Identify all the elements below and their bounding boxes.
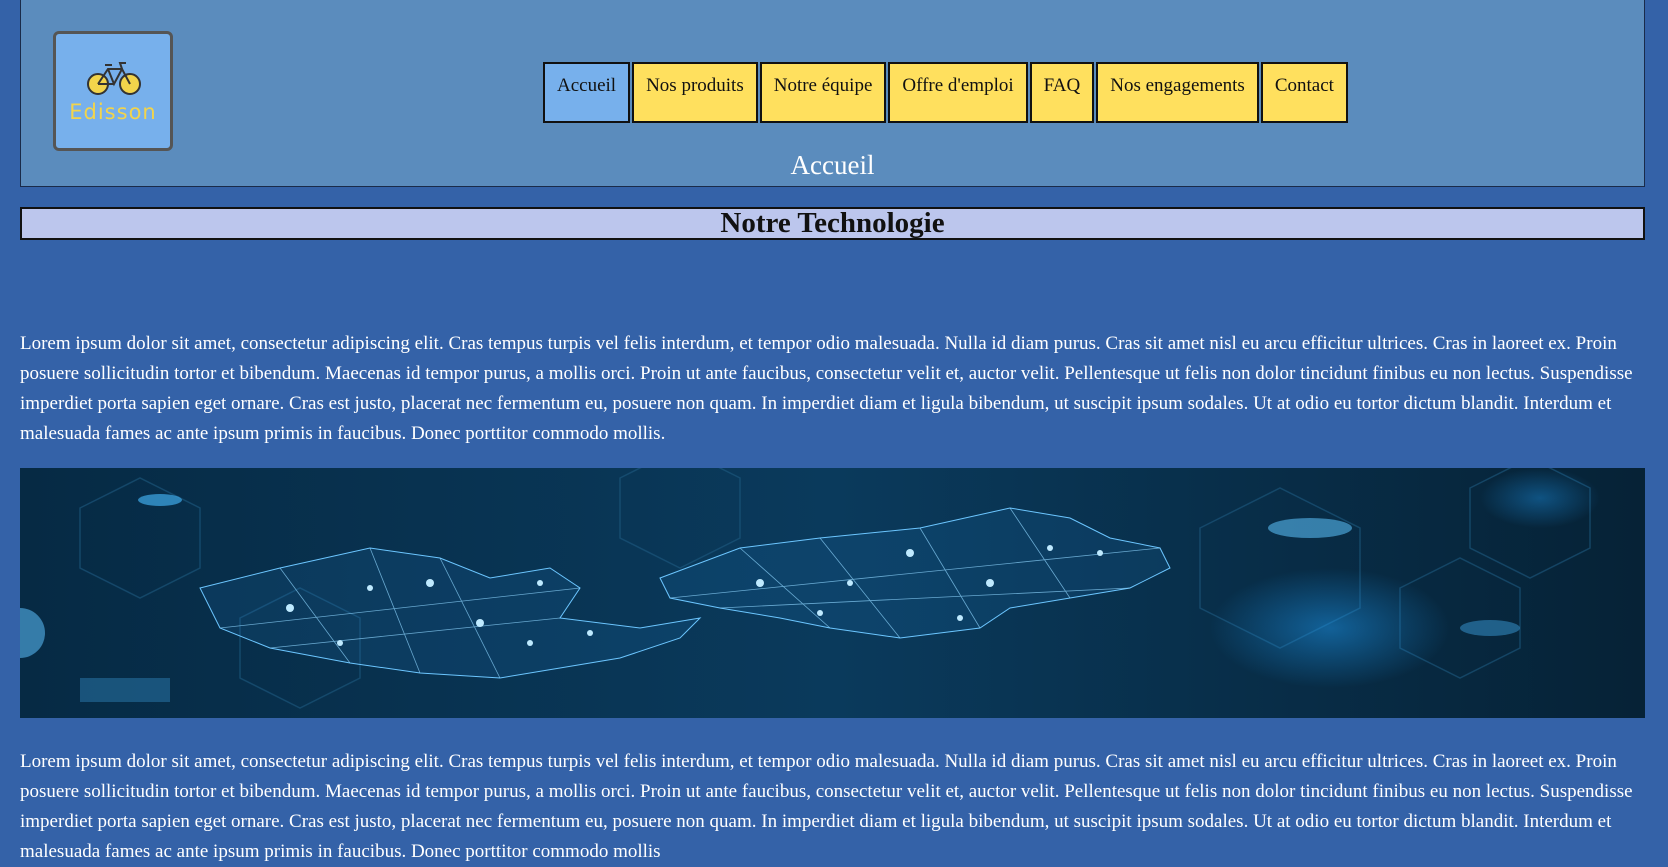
nav-item-faq[interactable]: FAQ — [1029, 62, 1095, 123]
page-title: Accueil — [790, 150, 875, 180]
nav-item-offre-emploi[interactable]: Offre d'emploi — [888, 62, 1028, 123]
site-header: Edisson Accueil Nos produits Notre équip… — [20, 0, 1645, 187]
details-paragraph: Lorem ipsum dolor sit amet, consectetur … — [20, 751, 1633, 862]
main-nav: Accueil Nos produits Notre équipe Offre … — [543, 62, 1350, 123]
nav-item-notre-equipe[interactable]: Notre équipe — [759, 62, 887, 123]
logo[interactable]: Edisson — [53, 31, 173, 151]
puzzle-network-image — [20, 468, 1645, 718]
nav-item-contact[interactable]: Contact — [1260, 62, 1348, 123]
nav-item-accueil[interactable]: Accueil — [543, 62, 631, 123]
nav-item-nos-produits[interactable]: Nos produits — [632, 62, 758, 123]
bicycle-icon — [87, 62, 141, 95]
logo-text: Edisson — [69, 100, 157, 124]
intro-paragraph: Lorem ipsum dolor sit amet, consectetur … — [20, 333, 1633, 444]
nav-item-nos-engagements[interactable]: Nos engagements — [1096, 62, 1259, 123]
section-title: Notre Technologie — [20, 207, 1645, 240]
technology-banner-image — [20, 468, 1645, 718]
